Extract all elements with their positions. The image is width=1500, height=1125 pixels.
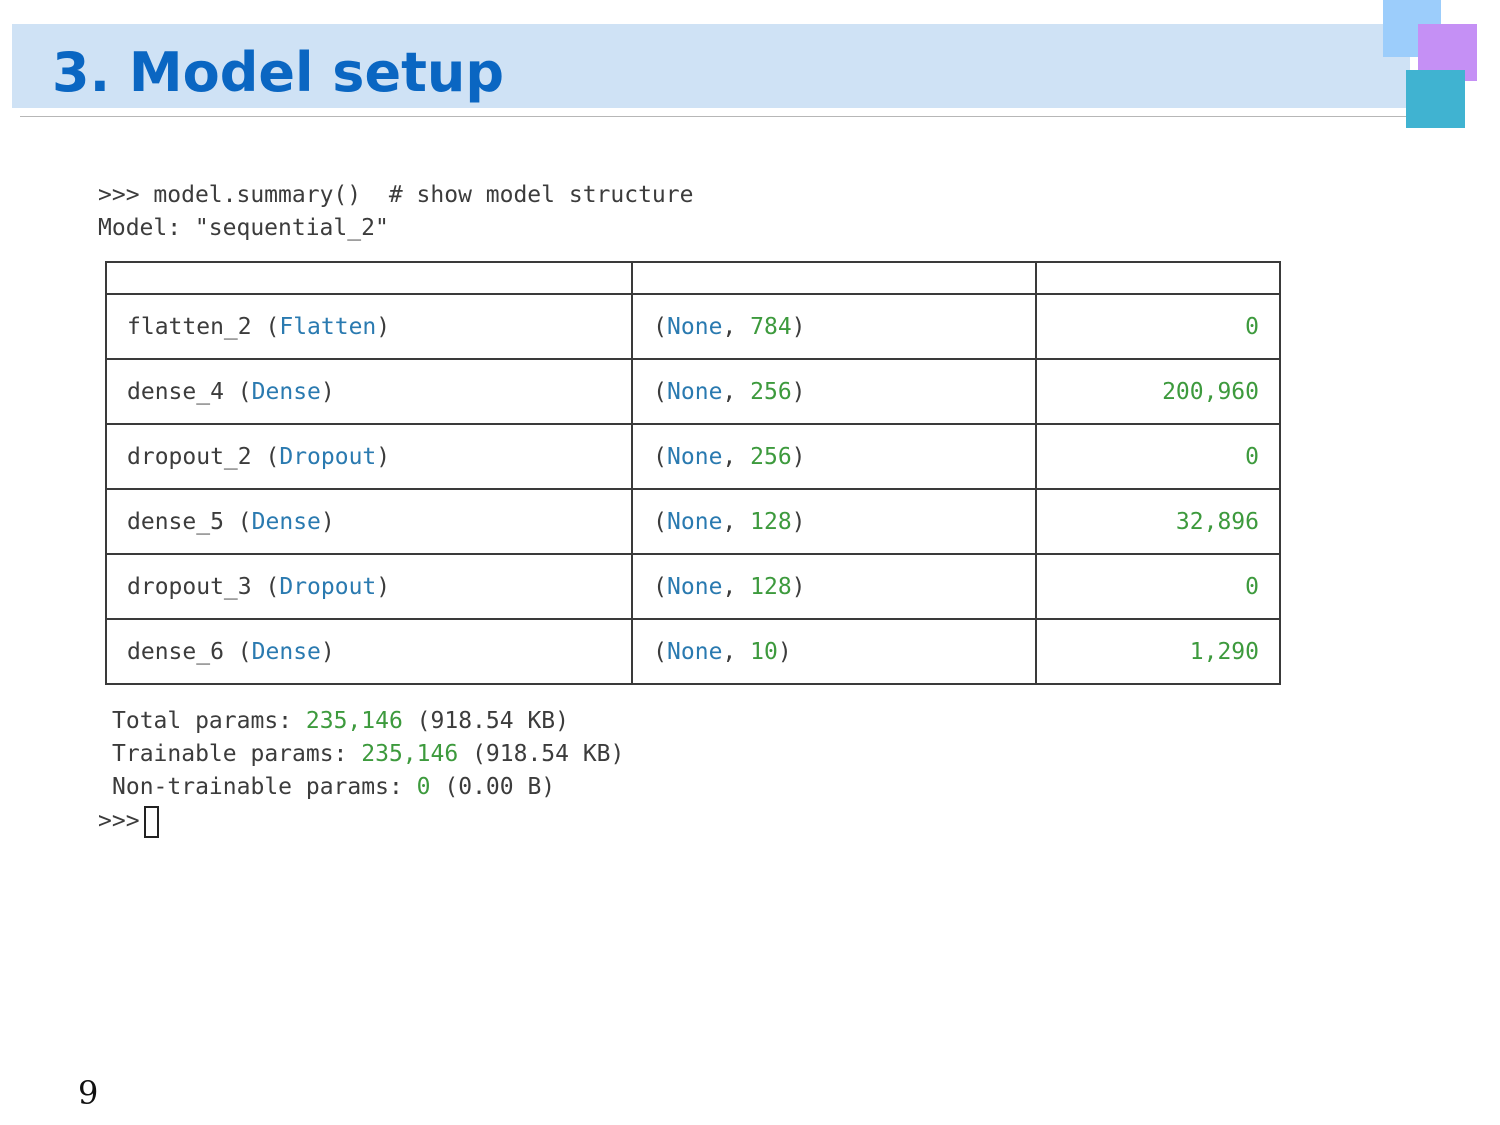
text-cursor	[143, 805, 159, 838]
prompt: >>>	[98, 182, 140, 208]
layer-name: dense_4	[127, 378, 224, 405]
layer-type: Flatten	[279, 313, 377, 340]
shape-dim: 128	[750, 573, 792, 600]
slide-title: 3. Model setup	[52, 41, 504, 104]
layer-cell: dropout_3 (Dropout)	[104, 553, 634, 620]
layer-cell: flatten_2 (Flatten)	[104, 293, 634, 360]
shape-cell: (None, 256)	[631, 423, 1038, 490]
shape-cell: (None, 784)	[631, 293, 1038, 360]
table-row: dense_4 (Dense) (None, 256) 200,960	[104, 358, 1281, 425]
table-row: dropout_2 (Dropout) (None, 256) 0	[104, 423, 1281, 490]
shape-cell: (None, 128)	[631, 488, 1038, 555]
shape-dim: 256	[750, 378, 792, 405]
header-cell-layer	[104, 261, 634, 295]
command-line: >>> model.summary() # show model structu…	[98, 180, 693, 210]
shape-none: None	[667, 378, 723, 405]
layer-name: dropout_2	[127, 443, 252, 470]
shape-none: None	[667, 313, 723, 340]
total-params-line: Total params: 235,146 (918.54 KB)	[112, 708, 569, 734]
trainable-params-size: (918.54 KB)	[472, 741, 625, 767]
command-comment: # show model structure	[388, 182, 694, 208]
params-cell: 1,290	[1035, 618, 1281, 685]
console-input-line[interactable]: >>>	[98, 804, 159, 838]
layer-name: dropout_3	[127, 573, 252, 600]
nontrainable-params-value: 0	[416, 774, 431, 800]
params-cell: 0	[1035, 423, 1281, 490]
nontrainable-params-line: Non-trainable params: 0 (0.00 B)	[112, 774, 556, 800]
shape-dim: 128	[750, 508, 792, 535]
model-label: Model: "sequential_2"	[98, 215, 389, 241]
layer-cell: dense_4 (Dense)	[104, 358, 634, 425]
nontrainable-params-size: (0.00 B)	[444, 774, 556, 800]
shape-cell: (None, 128)	[631, 553, 1038, 620]
header-cell-params	[1035, 261, 1281, 295]
page-number: 9	[78, 1074, 99, 1112]
shape-cell: (None, 10)	[631, 618, 1038, 685]
params-cell: 200,960	[1035, 358, 1281, 425]
params-summary: Total params: 235,146 (918.54 KB) Traina…	[112, 705, 624, 804]
params-cell: 0	[1035, 553, 1281, 620]
params-cell: 32,896	[1035, 488, 1281, 555]
command-text: model.summary()	[153, 182, 362, 208]
table-row: dense_5 (Dense) (None, 128) 32,896	[104, 488, 1281, 555]
shape-none: None	[667, 443, 723, 470]
table-row: dropout_3 (Dropout) (None, 128) 0	[104, 553, 1281, 620]
shape-cell: (None, 256)	[631, 358, 1038, 425]
prompt: >>>	[98, 808, 140, 834]
table-header-row	[104, 261, 1281, 295]
table-row: dense_6 (Dense) (None, 10) 1,290	[104, 618, 1281, 685]
layer-name: flatten_2	[127, 313, 252, 340]
shape-dim: 256	[750, 443, 792, 470]
shape-dim: 10	[750, 638, 778, 665]
layer-type: Dropout	[279, 443, 377, 470]
params-cell: 0	[1035, 293, 1281, 360]
layer-cell: dropout_2 (Dropout)	[104, 423, 634, 490]
layer-cell: dense_5 (Dense)	[104, 488, 634, 555]
shape-none: None	[667, 638, 723, 665]
layer-type: Dense	[251, 378, 321, 405]
layer-type: Dense	[251, 508, 321, 535]
layer-name: dense_5	[127, 508, 224, 535]
layer-name: dense_6	[127, 638, 224, 665]
layer-type: Dense	[251, 638, 321, 665]
shape-dim: 784	[750, 313, 792, 340]
layer-cell: dense_6 (Dense)	[104, 618, 634, 685]
total-params-value: 235,146	[305, 708, 403, 734]
layer-type: Dropout	[279, 573, 377, 600]
trainable-params-value: 235,146	[361, 741, 459, 767]
header-cell-shape	[631, 261, 1038, 295]
shape-none: None	[667, 573, 723, 600]
model-summary-table: flatten_2 (Flatten) (None, 784) 0 dense_…	[104, 261, 1281, 685]
decor-square-teal	[1406, 70, 1465, 128]
total-params-size: (918.54 KB)	[416, 708, 569, 734]
trainable-params-line: Trainable params: 235,146 (918.54 KB)	[112, 741, 625, 767]
shape-none: None	[667, 508, 723, 535]
table-row: flatten_2 (Flatten) (None, 784) 0	[104, 293, 1281, 360]
title-divider	[20, 116, 1408, 117]
